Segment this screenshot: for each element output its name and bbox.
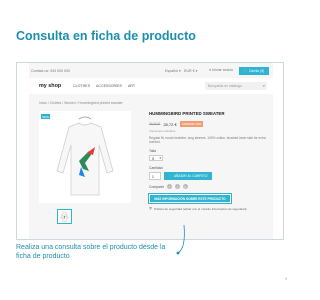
current-price: 28,72 € (163, 121, 177, 127)
nav-item-accessories[interactable]: ACCESSORIES (96, 84, 122, 88)
add-to-cart-button[interactable]: 🛒 AÑADIR AL CARRITO (164, 172, 212, 180)
facebook-icon[interactable]: f (166, 184, 172, 189)
price-row: 35,90 € 28,72 € AHORRE 20% (149, 121, 269, 127)
slide-heading: Consulta en ficha de producto (16, 29, 196, 43)
taxes-note: Impuestos incluidos (149, 129, 176, 133)
page-number: 9 (285, 276, 288, 281)
new-flag: NEW (41, 114, 50, 119)
search-placeholder: Búsqueda en catálogo (208, 84, 242, 88)
size-value: S (152, 157, 155, 161)
language-selector[interactable]: Español ▾ (165, 69, 181, 73)
cart-icon: 🛒 (168, 174, 173, 178)
discount-badge: AHORRE 20% (179, 121, 204, 127)
policy-text: Política de seguridad (editar con el mód… (154, 206, 247, 211)
pinterest-icon[interactable]: p (182, 184, 188, 189)
old-price: 35,90 € (149, 122, 161, 126)
share-label: Compartir (149, 184, 164, 189)
add-to-cart-label: AÑADIR AL CARRITO (173, 174, 208, 178)
cart-label: Carrito (0) (248, 69, 265, 73)
callout-text: Realiza una consulta sobre el producto d… (16, 244, 166, 260)
product-details: HUMMINGBIRD PRINTED SWEATER 35,90 € 28,7… (148, 111, 269, 211)
sweater-illustration (56, 116, 114, 196)
breadcrumb[interactable]: Inicio / Clothes / Women / Hummingbird p… (39, 101, 123, 105)
slide: Consulta en ficha de producto Contact us… (0, 0, 300, 300)
currency-selector[interactable]: EUR € ▾ (184, 69, 197, 73)
chevron-down-icon: ▾ (159, 156, 161, 160)
screenshot-frame: Contact us: 933 000 000 Español ▾ EUR € … (16, 62, 284, 240)
product-info-button[interactable]: MÁS INFORMACIÓN SOBRE ESTE PRODUCTO (148, 193, 232, 204)
thumbnail-sweater-icon (60, 211, 69, 223)
size-label: Talla (149, 149, 156, 153)
user-icon: ● (209, 68, 212, 72)
login-label: Iniciar sesión (212, 68, 234, 72)
product-image[interactable]: NEW (39, 111, 131, 203)
short-description: Regular fit, round neckline, long sleeve… (149, 136, 266, 144)
contact-text: Contact us: 933 000 000 (31, 69, 71, 73)
product-gallery: NEW (39, 111, 131, 224)
product-title: HUMMINGBIRD PRINTED SWEATER (149, 111, 225, 116)
search-icon[interactable]: ⌕ (263, 83, 265, 88)
shop-page: Contact us: 933 000 000 Español ▾ EUR € … (29, 63, 273, 239)
login-link[interactable]: ● Iniciar sesión (209, 68, 233, 72)
shop-logo[interactable]: my shop (39, 83, 61, 89)
security-policy: ⛨ Política de seguridad (editar con el m… (149, 206, 269, 211)
quantity-label: Cantidad (149, 166, 163, 170)
shop-header: my shop CLOTHES ACCESSORIES ART Búsqueda… (29, 78, 273, 94)
shop-topbar: Contact us: 933 000 000 Español ▾ EUR € … (29, 67, 273, 76)
quantity-row: 1 🛒 AÑADIR AL CARRITO (149, 172, 269, 180)
cart-icon: 🛒 (243, 69, 248, 73)
shield-icon: ⛨ (149, 206, 152, 211)
nav-item-clothes[interactable]: CLOTHES (73, 84, 90, 88)
nav-item-art[interactable]: ART (128, 84, 135, 88)
twitter-icon[interactable]: t (174, 184, 180, 189)
search-input[interactable]: Búsqueda en catálogo ⌕ (205, 82, 267, 90)
share-row: Compartir f t p (149, 184, 269, 189)
quantity-stepper[interactable]: 1 (149, 172, 161, 180)
product-thumbnail[interactable] (57, 209, 72, 224)
main-nav: CLOTHES ACCESSORIES ART (73, 84, 135, 88)
size-select[interactable]: S ▾ (149, 155, 163, 161)
cart-button[interactable]: 🛒 Carrito (0) (239, 67, 269, 75)
